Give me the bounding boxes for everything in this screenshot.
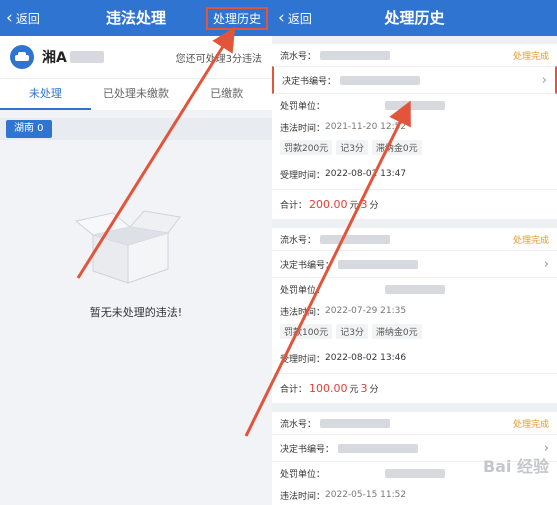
unit-row: 处罚单位： — [272, 94, 557, 116]
violations-screen: ‹ 返回 违法处理 处理历史 湘A 您还可处理3分违法 未处理 已处理未缴款 已… — [0, 0, 272, 505]
blurred-value — [320, 50, 391, 60]
accept-time: 2022-08-02 13:47 — [325, 169, 407, 179]
empty-box-icon — [74, 210, 181, 284]
history-button[interactable]: 处理历史 — [205, 7, 268, 30]
blurred-value — [385, 100, 446, 110]
page-title: 处理历史 — [384, 9, 445, 27]
points-note: 您还可处理3分违法 — [175, 53, 262, 65]
status-badge: 处理完成 — [512, 235, 549, 246]
accept-label: 受理时间： — [280, 354, 326, 365]
back-button[interactable]: ‹ 返回 — [6, 0, 40, 36]
tab-processed-unpaid[interactable]: 已处理未缴款 — [91, 79, 182, 110]
blurred-value — [385, 284, 446, 294]
watermark: Bai 经验 — [482, 457, 549, 476]
late-fee-tag: 滞纳金0元 — [371, 140, 422, 155]
total-points: 3 — [360, 382, 368, 395]
decision-label: 决定书编号： — [280, 444, 335, 455]
late-fee-tag: 滞纳金0元 — [371, 324, 422, 339]
back-label: 返回 — [15, 11, 40, 26]
decision-label: 决定书编号： — [282, 76, 337, 87]
total-row: 合计： 100.00 元 3 分 — [272, 373, 557, 403]
chevron-right-icon: › — [541, 72, 547, 88]
time-label: 违法时间： — [280, 491, 326, 502]
total-amount: 100.00 — [309, 382, 348, 395]
violation-time: 2022-07-29 21:35 — [325, 306, 407, 316]
serial-row: 流水号： 处理完成 — [272, 412, 557, 434]
decision-number-row[interactable]: 决定书编号： › — [272, 66, 557, 94]
chevron-right-icon: › — [543, 256, 549, 272]
plate-number: 湘A — [42, 50, 67, 66]
penalty-tags: 罚款100元 记3分 滞纳金0元 — [272, 322, 557, 343]
total-amount: 200.00 — [309, 198, 348, 211]
points-tag: 记3分 — [336, 324, 368, 339]
accept-label: 受理时间： — [280, 170, 326, 181]
tab-paid[interactable]: 已缴款 — [181, 79, 272, 110]
back-button[interactable]: ‹ 返回 — [278, 0, 312, 36]
status-badge: 处理完成 — [512, 51, 549, 62]
fine-tag: 罚款100元 — [280, 324, 333, 339]
blurred-plate — [69, 51, 104, 63]
tab-unprocessed[interactable]: 未处理 — [0, 79, 91, 110]
violation-time: 2021-11-20 12:52 — [325, 122, 407, 132]
history-record: 流水号： 处理完成 决定书编号： › 处罚单位： 违法时间： 2022-07-2… — [272, 228, 557, 403]
yuan-unit: 元 — [349, 385, 359, 395]
time-label: 违法时间： — [280, 123, 326, 134]
car-icon — [10, 45, 34, 69]
history-screen: ‹ 返回 处理历史 流水号： 处理完成 决定书编号： › 处罚单位： 违法时间：… — [272, 0, 557, 505]
status-badge: 处理完成 — [512, 419, 549, 430]
serial-row: 流水号： 处理完成 — [272, 44, 557, 66]
vehicle-row[interactable]: 湘A 您还可处理3分违法 — [0, 36, 272, 78]
unit-label: 处罚单位： — [280, 101, 326, 112]
total-label: 合计： — [280, 385, 308, 395]
unit-label: 处罚单位： — [280, 285, 326, 296]
region-badge[interactable]: 湖南 0 — [6, 120, 52, 138]
blurred-value — [340, 75, 421, 85]
violation-time-row: 违法时间： 2022-07-29 21:35 — [272, 300, 557, 322]
accept-time-row: 受理时间： 2022-08-02 13:46 — [272, 343, 557, 373]
nav-bar: ‹ 返回 违法处理 处理历史 — [0, 0, 272, 36]
penalty-tags: 罚款200元 记3分 滞纳金0元 — [272, 138, 557, 159]
violation-time-row: 违法时间： 2022-05-15 11:52 — [272, 484, 557, 505]
total-label: 合计： — [280, 201, 308, 211]
serial-row: 流水号： 处理完成 — [272, 228, 557, 250]
points-unit: 分 — [369, 201, 379, 211]
total-row: 合计： 200.00 元 3 分 — [272, 189, 557, 219]
history-record: 流水号： 处理完成 决定书编号： › 处罚单位： 违法时间： 2021-11-2… — [272, 44, 557, 219]
time-label: 违法时间： — [280, 307, 326, 318]
blurred-value — [338, 443, 419, 453]
accept-time: 2022-08-02 13:46 — [325, 353, 407, 363]
points-unit: 分 — [369, 385, 379, 395]
back-label: 返回 — [287, 11, 312, 26]
chevron-left-icon: ‹ — [278, 8, 285, 28]
total-points: 3 — [360, 198, 368, 211]
violation-time: 2022-05-15 11:52 — [325, 490, 407, 500]
chevron-left-icon: ‹ — [6, 8, 13, 28]
blurred-value — [338, 259, 419, 269]
blurred-value — [320, 418, 391, 428]
accept-time-row: 受理时间： 2022-08-02 13:47 — [272, 159, 557, 189]
region-bar: 湖南 0 — [0, 118, 272, 140]
status-tabs: 未处理 已处理未缴款 已缴款 — [0, 78, 272, 110]
empty-message: 暂无未处理的违法! — [89, 306, 183, 319]
decision-number-row[interactable]: 决定书编号： › — [272, 250, 557, 278]
violation-time-row: 违法时间： 2021-11-20 12:52 — [272, 116, 557, 138]
blurred-value — [320, 234, 391, 244]
yuan-unit: 元 — [349, 201, 359, 211]
points-tag: 记3分 — [336, 140, 368, 155]
serial-label: 流水号： — [280, 235, 317, 246]
unit-row: 处罚单位： — [272, 278, 557, 300]
unit-label: 处罚单位： — [280, 469, 326, 480]
serial-label: 流水号： — [280, 51, 317, 62]
serial-label: 流水号： — [280, 419, 317, 430]
nav-bar: ‹ 返回 处理历史 — [272, 0, 557, 36]
fine-tag: 罚款200元 — [280, 140, 333, 155]
blurred-value — [385, 468, 446, 478]
decision-label: 决定书编号： — [280, 260, 335, 271]
